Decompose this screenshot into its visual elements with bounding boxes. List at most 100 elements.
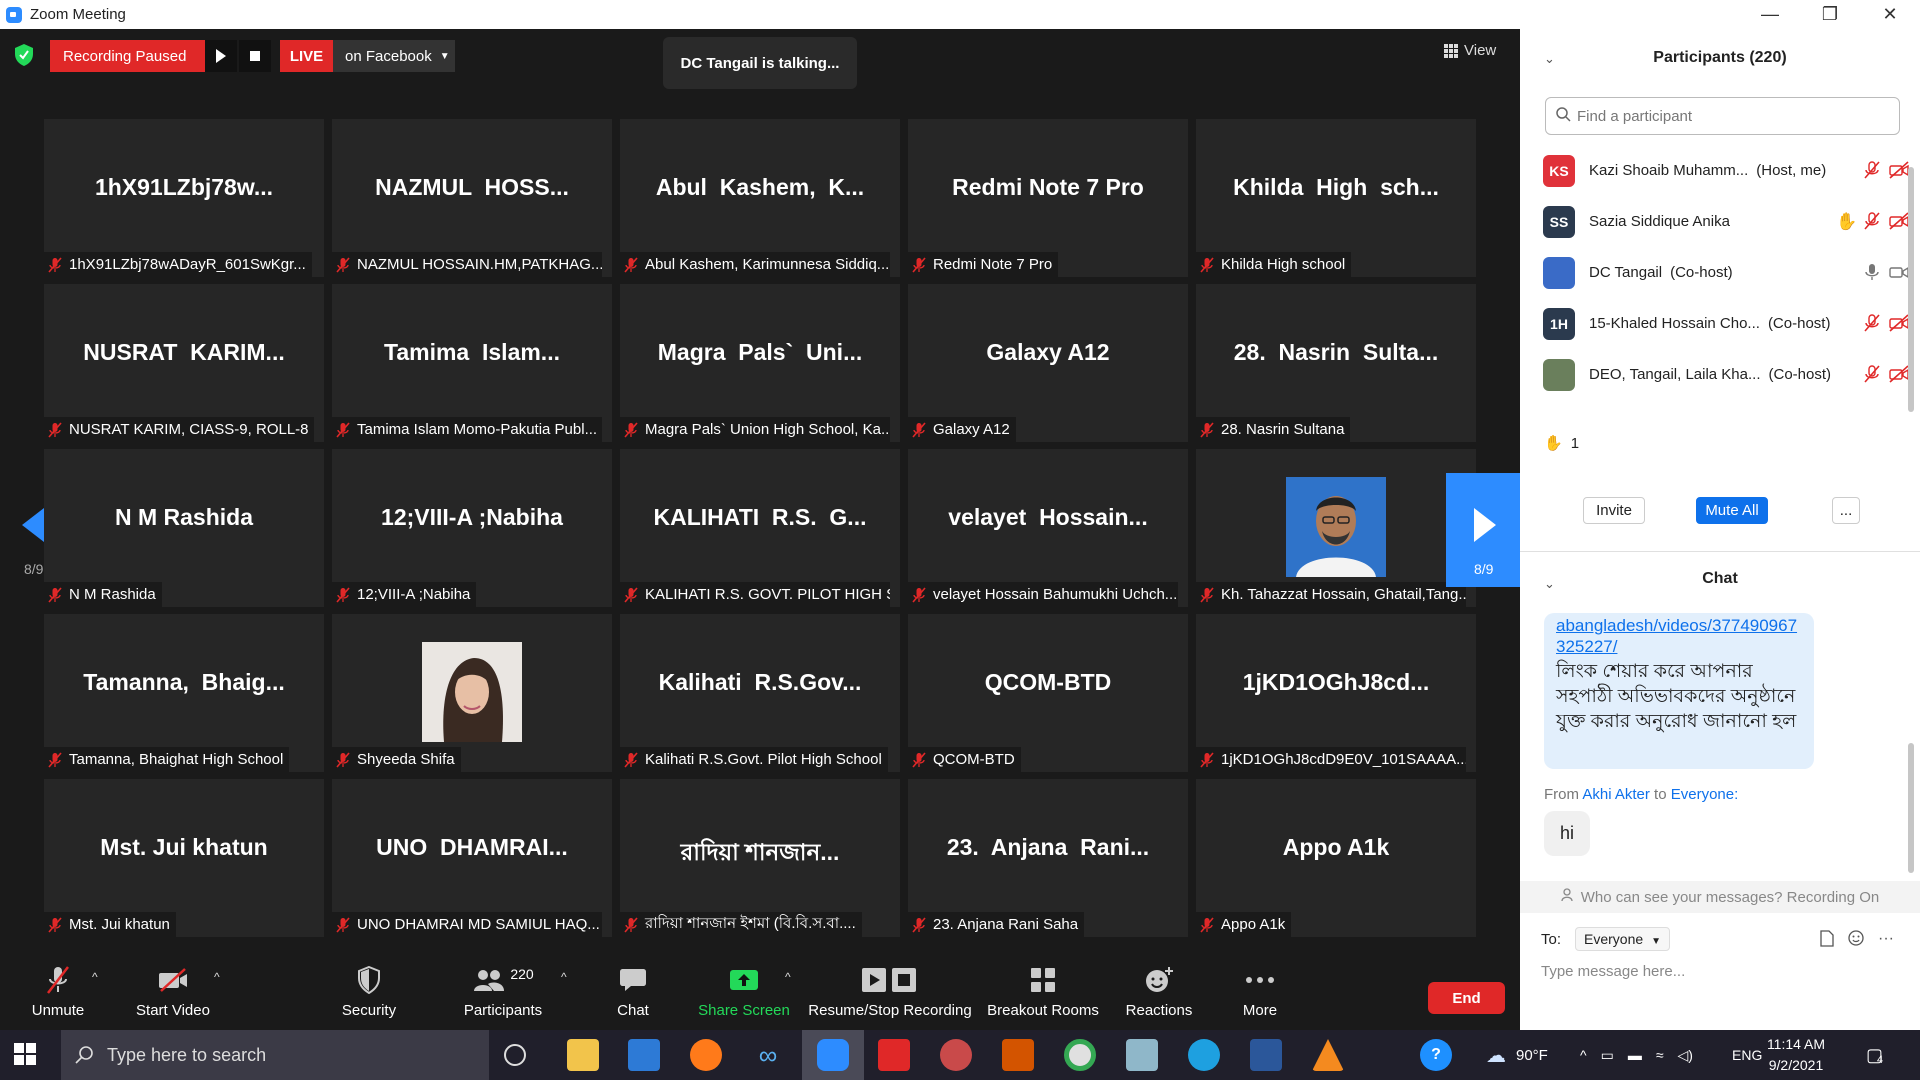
participant-row[interactable]: DEO, Tangail, Laila Kha... (Co-host)	[1520, 349, 1910, 400]
task-view-icon[interactable]	[504, 1044, 526, 1066]
participants-scrollbar[interactable]	[1908, 145, 1914, 412]
video-tile[interactable]: Appo A1k Appo A1k	[1196, 779, 1476, 937]
participant-row[interactable]: 1H 15-Khaled Hossain Cho... (Co-host)	[1520, 298, 1910, 349]
battery-icon[interactable]: ▬	[1628, 1047, 1642, 1063]
tray-chevron-up-icon[interactable]: ^	[1580, 1047, 1587, 1063]
file-icon[interactable]	[1820, 930, 1834, 952]
encryption-shield-icon[interactable]	[14, 44, 36, 68]
audio-options-caret[interactable]: ^	[92, 970, 98, 984]
video-off-icon[interactable]	[1889, 314, 1909, 334]
tray-device-icon[interactable]: ▭	[1601, 1047, 1614, 1064]
chat-message-input[interactable]: Type message here...	[1541, 963, 1685, 980]
help-icon[interactable]: ?	[1420, 1039, 1452, 1071]
video-tile[interactable]: 1hX91LZbj78w... 1hX91LZbj78wADayR_601SwKg…	[44, 119, 324, 277]
share-options-caret[interactable]: ^	[785, 970, 791, 984]
video-tile[interactable]: Galaxy A12 Galaxy A12	[908, 284, 1188, 442]
next-page-button[interactable]: 8/9	[1446, 473, 1521, 587]
zoom-taskbar-icon[interactable]	[817, 1039, 849, 1071]
live-destination-dropdown[interactable]: on Facebook ▼	[333, 40, 455, 72]
video-tile[interactable]: Magra Pals` Uni... Magra Pals` Union High…	[620, 284, 900, 442]
video-tile[interactable]: Abul Kashem, K... Abul Kashem, Karimunnes…	[620, 119, 900, 277]
video-tile[interactable]: NAZMUL HOSS... NAZMUL HOSSAIN.HM,PATKHAG.…	[332, 119, 612, 277]
mic-muted-icon[interactable]	[1863, 161, 1883, 181]
video-tile[interactable]: Tamima Islam... Tamima Islam Momo-Pakutia…	[332, 284, 612, 442]
participant-search-input[interactable]: Find a participant	[1545, 97, 1900, 135]
share-screen-button[interactable]: Share Screen	[697, 964, 791, 1019]
video-options-caret[interactable]: ^	[214, 970, 220, 984]
anydesk-icon[interactable]	[878, 1039, 910, 1071]
video-tile[interactable]: রাদিয়া শানজান... রাদিয়া শানজান ইশমা (বি…	[620, 779, 900, 937]
video-tile[interactable]: Shyeeda Shifa	[332, 614, 612, 772]
video-tile[interactable]: Khilda High sch... Khilda High school	[1196, 119, 1476, 277]
taskbar-clock[interactable]: 11:14 AM 9/2/2021	[1760, 1034, 1832, 1076]
word-icon[interactable]	[1250, 1039, 1282, 1071]
more-button[interactable]: More	[1239, 964, 1281, 1019]
chat-more-icon[interactable]: ···	[1878, 930, 1894, 952]
notification-center-button[interactable]: ▢ 4	[1866, 1030, 1883, 1080]
video-tile[interactable]: 23. Anjana Rani... 23. Anjana Rani Saha	[908, 779, 1188, 937]
video-tile[interactable]: KALIHATI R.S. G... KALIHATI R.S. GOVT. PI…	[620, 449, 900, 607]
video-tile[interactable]: 28. Nasrin Sulta... 28. Nasrin Sultana	[1196, 284, 1476, 442]
windows-start-icon[interactable]	[14, 1043, 36, 1065]
close-button[interactable]: ✕	[1860, 0, 1920, 29]
view-button[interactable]: View	[1444, 42, 1496, 59]
end-meeting-button[interactable]: End	[1428, 982, 1505, 1014]
video-off-icon[interactable]	[1889, 212, 1909, 232]
mic-muted-icon[interactable]	[1863, 212, 1883, 232]
video-tile[interactable]: 12;VIII-A ;Nabiha 12;VIII-A ;Nabiha	[332, 449, 612, 607]
restore-button[interactable]: ❐	[1800, 0, 1860, 29]
video-tile[interactable]: UNO DHAMRAI... UNO DHAMRAI MD SAMIUL HAQ.…	[332, 779, 612, 937]
minimize-button[interactable]: —	[1740, 0, 1800, 29]
resume-stop-recording-button[interactable]: Resume/Stop Recording	[807, 964, 973, 1019]
emoji-icon[interactable]	[1848, 930, 1864, 952]
video-off-icon[interactable]	[1889, 161, 1909, 181]
language-indicator[interactable]: ENG	[1732, 1030, 1762, 1080]
security-button[interactable]: Security	[341, 964, 397, 1019]
participant-row[interactable]	[1520, 400, 1910, 409]
infinity-app-icon[interactable]: ∞	[752, 1039, 784, 1071]
wifi-icon[interactable]: ≈	[1656, 1047, 1664, 1063]
edge-icon[interactable]	[1188, 1039, 1220, 1071]
video-off-icon[interactable]	[1889, 365, 1909, 385]
store-icon[interactable]	[628, 1039, 660, 1071]
video-tile[interactable]: Mst. Jui khatun Mst. Jui khatun	[44, 779, 324, 937]
chat-button[interactable]: Chat	[610, 964, 656, 1019]
participants-more-button[interactable]: ...	[1832, 497, 1860, 524]
video-tile[interactable]: N M Rashida N M Rashida	[44, 449, 324, 607]
weather-widget[interactable]: ☁ 90°F	[1486, 1030, 1548, 1080]
resume-recording-button[interactable]	[205, 40, 237, 72]
notepad-app-icon[interactable]	[1126, 1039, 1158, 1071]
mic-muted-icon[interactable]	[1863, 365, 1883, 385]
office-app-icon[interactable]	[1002, 1039, 1034, 1071]
recipient-select[interactable]: Everyone ▼	[1575, 927, 1670, 951]
video-tile[interactable]: velayet Hossain... velayet Hossain Bahumu…	[908, 449, 1188, 607]
video-icon[interactable]	[1889, 263, 1909, 283]
volume-icon[interactable]: ◁)	[1678, 1047, 1693, 1064]
sender-name[interactable]: Akhi Akter	[1582, 786, 1650, 803]
paint-app-icon[interactable]	[940, 1039, 972, 1071]
who-can-see-messages[interactable]: Who can see your messages? Recording On	[1520, 881, 1920, 913]
chat-scrollbar[interactable]	[1908, 743, 1914, 873]
participants-options-caret[interactable]: ^	[561, 970, 567, 984]
taskbar-search-box[interactable]: Type here to search	[61, 1030, 489, 1080]
participants-button[interactable]: 220 Participants	[457, 964, 549, 1019]
invite-button[interactable]: Invite	[1583, 497, 1645, 524]
stop-recording-button[interactable]	[239, 40, 271, 72]
video-tile[interactable]: Kalihati R.S.Gov... Kalihati R.S.Govt. Pi…	[620, 614, 900, 772]
video-tile[interactable]: Kh. Tahazzat Hossain, Ghatail,Tang...	[1196, 449, 1476, 607]
participant-row[interactable]: KS Kazi Shoaib Muhamm... (Host, me)	[1520, 145, 1910, 196]
video-tile[interactable]: 1jKD1OGhJ8cd... 1jKD1OGhJ8cdD9E0V_101SAAA…	[1196, 614, 1476, 772]
video-tile[interactable]: QCOM-BTD QCOM-BTD	[908, 614, 1188, 772]
breakout-rooms-button[interactable]: Breakout Rooms	[987, 964, 1099, 1019]
participant-row[interactable]: SS Sazia Siddique Anika ✋	[1520, 196, 1910, 247]
video-tile[interactable]: Tamanna, Bhaig... Tamanna, Bhaighat High …	[44, 614, 324, 772]
unmute-button[interactable]: Unmute	[28, 964, 88, 1019]
video-tile[interactable]: Redmi Note 7 Pro Redmi Note 7 Pro	[908, 119, 1188, 277]
mic-icon[interactable]	[1863, 263, 1883, 283]
mic-muted-icon[interactable]	[1863, 314, 1883, 334]
reactions-button[interactable]: Reactions	[1125, 964, 1193, 1019]
chat-message-link[interactable]: abangladesh/videos/377490967325227/	[1556, 615, 1802, 657]
start-video-button[interactable]: Start Video	[134, 964, 212, 1019]
participant-row[interactable]: DC Tangail (Co-host)	[1520, 247, 1910, 298]
video-tile[interactable]: NUSRAT KARIM... NUSRAT KARIM, CIASS-9, RO…	[44, 284, 324, 442]
